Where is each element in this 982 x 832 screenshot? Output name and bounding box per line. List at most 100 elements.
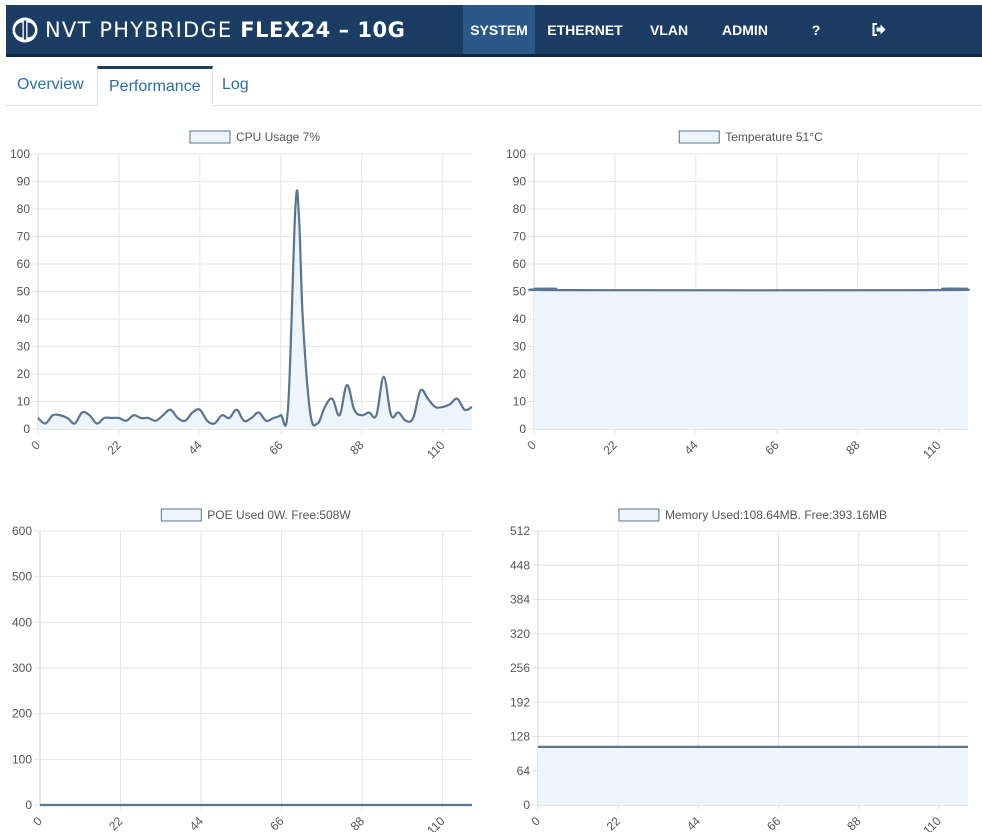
legend[interactable]: Memory Used:108.64MB. Free:393.16MB — [618, 508, 887, 522]
x-tick-label: 66 — [762, 438, 782, 458]
legend-swatch — [618, 508, 660, 522]
y-tick-label: 10 — [513, 395, 527, 409]
y-tick-label: 0 — [23, 422, 30, 436]
y-tick-label: 448 — [510, 558, 530, 572]
y-tick-label: 64 — [517, 764, 531, 778]
series-area — [38, 190, 472, 429]
y-tick-label: 30 — [17, 340, 31, 354]
x-tick-label: 0 — [30, 814, 45, 829]
y-tick-label: 60 — [513, 257, 527, 271]
brand-name: NVT PHYBRIDGE — [45, 18, 233, 42]
x-tick-label: 44 — [185, 438, 205, 458]
legend-swatch — [678, 130, 720, 144]
top-navigation-bar: NVT PHYBRIDGE FLEX24 – 10G SYSTEM ETHERN… — [6, 5, 982, 57]
y-tick-label: 100 — [506, 147, 526, 161]
brand-model: FLEX24 – 10G — [240, 18, 406, 42]
legend[interactable]: POE Used 0W. Free:508W — [160, 508, 351, 522]
x-tick-label: 110 — [424, 814, 448, 832]
legend-label: Temperature 51°C — [725, 130, 823, 144]
cpu-usage-chart: 0 10 20 30 40 50 60 70 80 90 100 0 22 44 66 88 110 CPU Us… — [10, 130, 473, 462]
tab-log[interactable]: Log — [211, 66, 260, 105]
x-tick-label: 22 — [105, 438, 125, 458]
legend-swatch — [189, 130, 231, 144]
y-tick-label: 30 — [513, 340, 527, 354]
series-line — [37, 189, 473, 427]
x-tick-label: 88 — [843, 438, 863, 458]
x-tick-label: 110 — [424, 438, 448, 462]
y-tick-label: 320 — [510, 627, 530, 641]
brand[interactable]: NVT PHYBRIDGE FLEX24 – 10G — [12, 5, 405, 55]
temperature-chart: 0 10 20 30 40 50 60 70 80 90 100 0 22 44 66 88 110 Temper… — [506, 130, 970, 462]
x-tick-label: 22 — [604, 814, 624, 832]
x-tick-label: 110 — [920, 814, 944, 832]
x-tick-label: 88 — [347, 438, 367, 458]
nav-vlan[interactable]: VLAN — [635, 5, 703, 54]
nav-ethernet[interactable]: ETHERNET — [535, 5, 635, 54]
y-tick-label: 80 — [513, 202, 527, 216]
tab-performance[interactable]: Performance — [97, 66, 213, 106]
logout-icon — [872, 23, 886, 36]
y-tick-label: 60 — [17, 257, 31, 271]
y-tick-label: 10 — [17, 395, 31, 409]
x-tick-label: 66 — [266, 438, 286, 458]
y-tick-label: 90 — [17, 175, 31, 189]
y-tick-label: 400 — [12, 615, 32, 629]
nav-logout[interactable] — [845, 5, 913, 54]
main-nav: SYSTEM ETHERNET VLAN ADMIN ? — [463, 5, 913, 54]
y-tick-label: 50 — [513, 285, 527, 299]
y-tick-label: 50 — [17, 285, 31, 299]
x-tick-label: 110 — [920, 438, 944, 462]
poe-chart: 0 100 200 300 400 500 600 0 22 44 66 88 110 POE Used … — [12, 508, 472, 832]
y-tick-label: 70 — [17, 230, 31, 244]
y-tick-label: 0 — [519, 422, 526, 436]
tab-overview[interactable]: Overview — [6, 66, 95, 105]
y-tick-label: 128 — [510, 730, 530, 744]
legend[interactable]: Temperature 51°C — [678, 130, 823, 144]
y-tick-label: 500 — [12, 570, 32, 584]
legend-label: Memory Used:108.64MB. Free:393.16MB — [665, 508, 887, 522]
x-tick-label: 44 — [684, 814, 704, 832]
y-tick-label: 40 — [513, 312, 527, 326]
y-tick-label: 40 — [17, 312, 31, 326]
x-tick-label: 88 — [348, 814, 368, 832]
memory-chart: 0 64 128 192 256 320 384 448 512 0 22 44 66 88 110 Memo… — [510, 508, 968, 832]
y-tick-label: 512 — [510, 524, 530, 538]
nav-system[interactable]: SYSTEM — [463, 5, 535, 54]
y-tick-label: 0 — [523, 798, 530, 812]
brand-title: NVT PHYBRIDGE FLEX24 – 10G — [45, 18, 405, 42]
y-tick-label: 20 — [513, 367, 527, 381]
x-tick-label: 44 — [187, 814, 207, 832]
legend-label: POE Used 0W. Free:508W — [207, 508, 351, 522]
y-tick-label: 20 — [17, 367, 31, 381]
x-tick-label: 0 — [528, 814, 543, 829]
x-tick-label: 0 — [28, 438, 43, 453]
nav-admin[interactable]: ADMIN — [703, 5, 787, 54]
y-tick-label: 90 — [513, 175, 527, 189]
x-tick-label: 22 — [601, 438, 621, 458]
y-tick-label: 300 — [12, 661, 32, 675]
x-tick-label: 44 — [681, 438, 701, 458]
x-tick-label: 66 — [267, 814, 287, 832]
series-area — [529, 288, 969, 429]
y-tick-label: 192 — [510, 695, 530, 709]
series-area — [538, 746, 968, 805]
legend[interactable]: CPU Usage 7% — [189, 130, 320, 144]
y-tick-label: 80 — [17, 202, 31, 216]
x-tick-label: 66 — [764, 814, 784, 832]
y-tick-label: 256 — [510, 661, 530, 675]
x-tick-label: 88 — [844, 814, 864, 832]
x-tick-label: 0 — [524, 438, 539, 453]
y-tick-label: 70 — [513, 230, 527, 244]
y-tick-label: 0 — [25, 798, 32, 812]
legend-label: CPU Usage 7% — [236, 130, 320, 144]
y-tick-label: 200 — [12, 707, 32, 721]
y-tick-label: 100 — [12, 752, 32, 766]
legend-swatch — [160, 508, 202, 522]
nav-help[interactable]: ? — [787, 5, 845, 54]
y-tick-label: 600 — [12, 524, 32, 538]
x-tick-label: 22 — [106, 814, 126, 832]
tab-bar: Overview Performance Log — [6, 66, 982, 106]
series-line — [528, 287, 970, 292]
y-tick-label: 384 — [510, 593, 530, 607]
y-tick-label: 100 — [10, 147, 30, 161]
